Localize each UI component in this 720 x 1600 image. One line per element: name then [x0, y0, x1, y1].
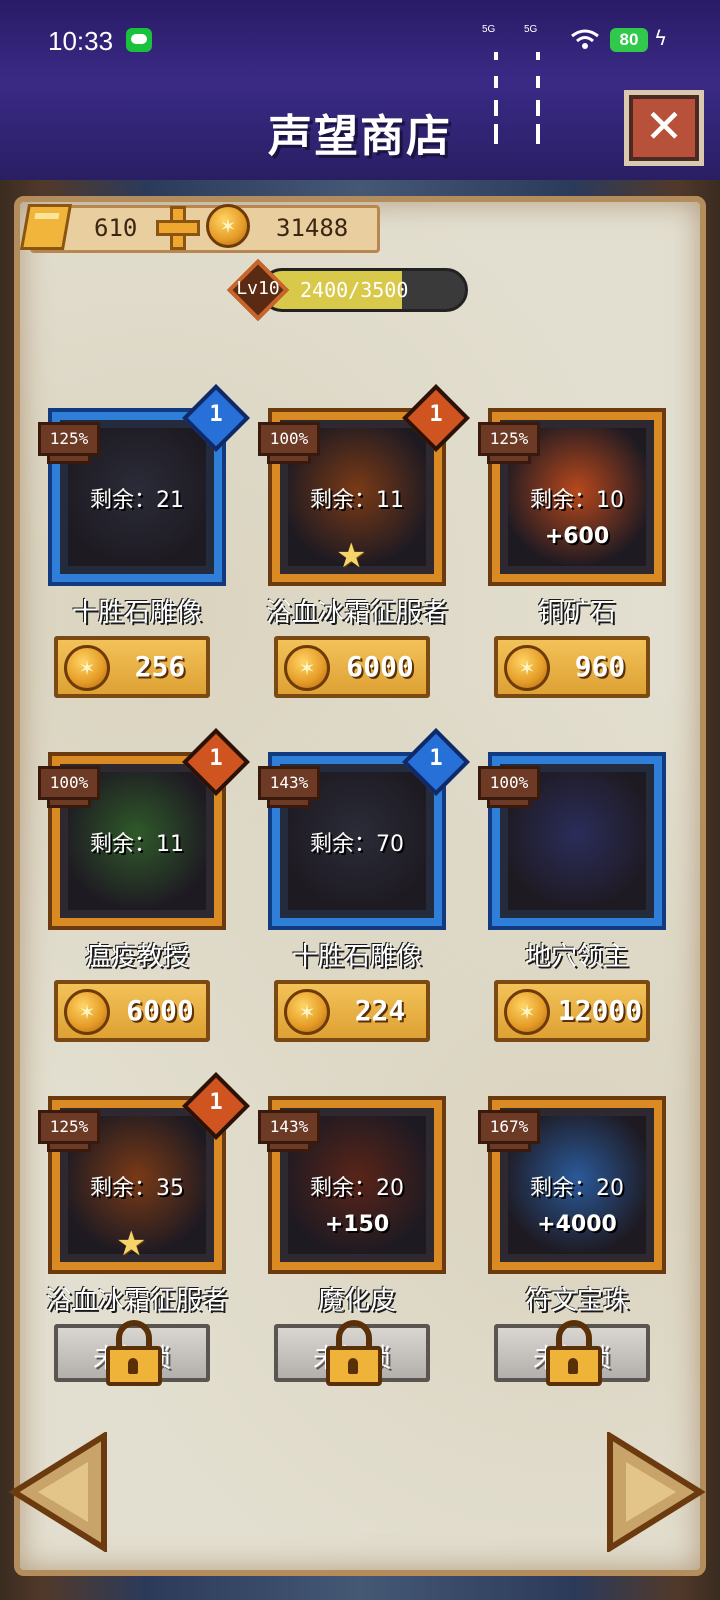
item-price: 6000 — [126, 994, 194, 1027]
prev-page-button[interactable] — [8, 1430, 108, 1554]
item-name: 十胜石雕像 — [291, 942, 422, 972]
gem-count: 1 — [209, 1090, 223, 1115]
item-rate-badge: 143% — [258, 1110, 320, 1152]
level-badge: Lv10 — [226, 258, 290, 322]
item-remaining: 剩余：20 — [310, 1176, 404, 1201]
item-rate-badge: 125% — [478, 422, 540, 464]
gold-bar-icon — [19, 204, 73, 250]
coin-icon: ✶ — [206, 204, 250, 248]
item-price: 960 — [574, 650, 626, 683]
item-name: 浴血冰霜征服者 — [45, 1286, 228, 1316]
item-price: 224 — [354, 994, 406, 1027]
item-rate-badge: 100% — [478, 766, 540, 808]
item-name: 铜矿石 — [537, 598, 616, 628]
coin-icon: ✶ — [64, 989, 110, 1035]
gem-count: 1 — [429, 402, 443, 427]
item-price: 12000 — [557, 994, 643, 1027]
arrow-left-icon — [8, 1430, 107, 1554]
item-bonus: +600 — [544, 524, 610, 549]
item-remaining: 剩余：21 — [90, 488, 184, 513]
gem-count: 1 — [209, 402, 223, 427]
plus-icon[interactable] — [156, 206, 200, 250]
item-remaining: 剩余：10 — [530, 488, 624, 513]
item-name: 十胜石雕像 — [71, 598, 202, 628]
coin-icon: ✶ — [284, 645, 330, 691]
gold-bar-count: 610 — [94, 214, 138, 242]
level-label: Lv10 — [236, 278, 280, 299]
gem-count: 1 — [209, 746, 223, 771]
item-name: 浴血冰霜征服者 — [265, 598, 448, 628]
lock-icon — [324, 1320, 384, 1388]
item-rate-badge: 100% — [38, 766, 100, 808]
item-bonus: +4000 — [537, 1212, 617, 1237]
page-title: 声望商店 — [268, 111, 452, 162]
item-remaining: 剩余：11 — [90, 832, 184, 857]
item-rate-badge: 143% — [258, 766, 320, 808]
coin-count: 31488 — [276, 214, 349, 242]
item-rate-badge: 167% — [478, 1110, 540, 1152]
item-rate-badge: 125% — [38, 1110, 100, 1152]
coin-icon: ✶ — [504, 645, 550, 691]
buy-button[interactable]: ✶ 6000 — [274, 636, 430, 698]
item-remaining: 剩余：20 — [530, 1176, 624, 1201]
close-button[interactable]: ✕ — [624, 90, 704, 166]
item-name: 符文宝珠 — [524, 1286, 629, 1316]
level-progress-text: 2400/3500 — [300, 278, 409, 302]
item-remaining: 剩余：11 — [310, 488, 404, 513]
gem-count: 1 — [429, 746, 443, 771]
star-icon: ★ — [116, 1224, 147, 1264]
coin-icon: ✶ — [284, 989, 330, 1035]
item-price: 256 — [134, 650, 186, 683]
item-name: 魔化皮 — [317, 1286, 396, 1316]
status-time: 10:33 — [48, 26, 114, 56]
wechat-icon — [126, 28, 152, 52]
item-bonus: +150 — [324, 1212, 390, 1237]
close-icon: ✕ — [644, 99, 684, 153]
item-rate-badge: 125% — [38, 422, 100, 464]
coin-icon: ✶ — [504, 989, 550, 1035]
charging-icon: ϟ — [654, 26, 668, 50]
coin-icon: ✶ — [64, 645, 110, 691]
item-name: 地穴领主 — [524, 942, 629, 972]
buy-button[interactable]: ✶ 960 — [494, 636, 650, 698]
arrow-right-icon — [607, 1430, 706, 1554]
status-bar: 10:33 5G 5G 80 ϟ — [0, 0, 720, 144]
buy-button[interactable]: ✶ 6000 — [54, 980, 210, 1042]
lock-icon — [104, 1320, 164, 1388]
buy-button[interactable]: ✶ 256 — [54, 636, 210, 698]
battery-icon: 80 — [610, 28, 648, 52]
buy-button[interactable]: ✶ 12000 — [494, 980, 650, 1042]
wifi-icon — [571, 29, 599, 49]
item-rate-badge: 100% — [258, 422, 320, 464]
star-icon: ★ — [336, 536, 367, 576]
next-page-button[interactable] — [606, 1430, 706, 1554]
item-name: 瘟疫教授 — [84, 942, 189, 972]
item-remaining: 剩余：35 — [90, 1176, 184, 1201]
lock-icon — [544, 1320, 604, 1388]
item-remaining: 剩余：70 — [310, 832, 404, 857]
buy-button[interactable]: ✶ 224 — [274, 980, 430, 1042]
item-price: 6000 — [346, 650, 414, 683]
